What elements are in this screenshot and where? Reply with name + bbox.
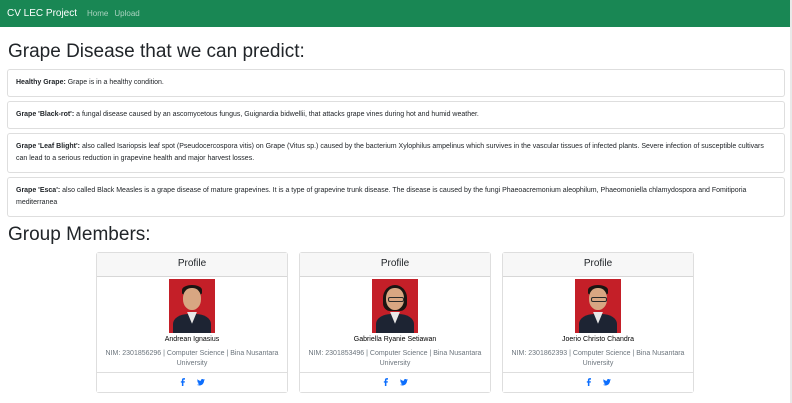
nav-link-home[interactable]: Home <box>87 9 108 18</box>
card-footer <box>300 371 490 392</box>
disease-card-esca: Grape 'Esca': also called Black Measles … <box>7 176 785 217</box>
main-container: Grape Disease that we can predict: Healt… <box>0 41 792 402</box>
nav-link-upload[interactable]: Upload <box>114 9 139 18</box>
disease-card-black-rot: Grape 'Black-rot': a fungal disease caus… <box>7 100 785 129</box>
disease-name: Grape 'Esca': <box>16 186 61 194</box>
disease-description: also called Black Measles is a grape dis… <box>16 186 747 206</box>
facebook-icon[interactable] <box>382 378 390 387</box>
diseases-title: Grape Disease that we can predict: <box>8 41 305 62</box>
member-card-1: Profile Andrean Ignasius NIM: 2301856296… <box>96 251 288 393</box>
twitter-icon[interactable] <box>197 378 205 386</box>
member-name: Joerio Christo Chandra <box>562 335 634 343</box>
member-info: NIM: 2301856296 | Computer Science | Bin… <box>105 349 279 367</box>
twitter-icon[interactable] <box>603 378 611 386</box>
facebook-icon[interactable] <box>585 378 593 387</box>
navbar: CV LEC Project Home Upload <box>0 0 792 27</box>
member-info: NIM: 2301853496 | Computer Science | Bin… <box>308 349 482 367</box>
person-photo <box>372 278 418 333</box>
card-body: Andrean Ignasius NIM: 2301856296 | Compu… <box>97 277 287 372</box>
card-header: Profile <box>503 252 693 277</box>
person-photo <box>575 278 621 333</box>
members-row: Profile Andrean Ignasius NIM: 2301856296… <box>7 251 785 402</box>
card-body: Gabriella Ryanie Setiawan NIM: 230185349… <box>300 277 490 372</box>
disease-name: Healthy Grape: <box>16 78 66 86</box>
card-footer <box>97 371 287 392</box>
disease-name: Grape 'Leaf Blight': <box>16 142 81 150</box>
disease-description: Grape is in a healthy condition. <box>65 78 164 86</box>
disease-description: also called Isariopsis leaf spot (Pseudo… <box>16 142 764 162</box>
member-info: NIM: 2301862393 | Computer Science | Bin… <box>511 349 685 367</box>
disease-card-healthy: Healthy Grape: Grape is in a healthy con… <box>7 68 785 97</box>
card-body: Joerio Christo Chandra NIM: 2301862393 |… <box>503 277 693 372</box>
disease-card-leaf-blight: Grape 'Leaf Blight': also called Isariop… <box>7 132 785 173</box>
card-header: Profile <box>97 252 287 277</box>
facebook-icon[interactable] <box>179 378 187 387</box>
twitter-icon[interactable] <box>400 378 408 386</box>
navbar-brand[interactable]: CV LEC Project <box>7 8 77 19</box>
member-name: Gabriella Ryanie Setiawan <box>353 335 437 343</box>
person-photo <box>169 278 215 333</box>
disease-name: Grape 'Black-rot': <box>16 110 75 118</box>
disease-description: a fungal disease caused by an ascomyceto… <box>74 110 479 118</box>
member-name: Andrean Ignasius <box>164 335 220 343</box>
card-footer <box>503 371 693 392</box>
member-card-2: Profile Gabriella Ryanie Setiawan NIM: 2… <box>299 251 491 393</box>
card-header: Profile <box>300 252 490 277</box>
members-title: Group Members: <box>8 223 151 245</box>
member-card-3: Profile Joerio Christo Chandra NIM: 2301… <box>502 251 694 393</box>
